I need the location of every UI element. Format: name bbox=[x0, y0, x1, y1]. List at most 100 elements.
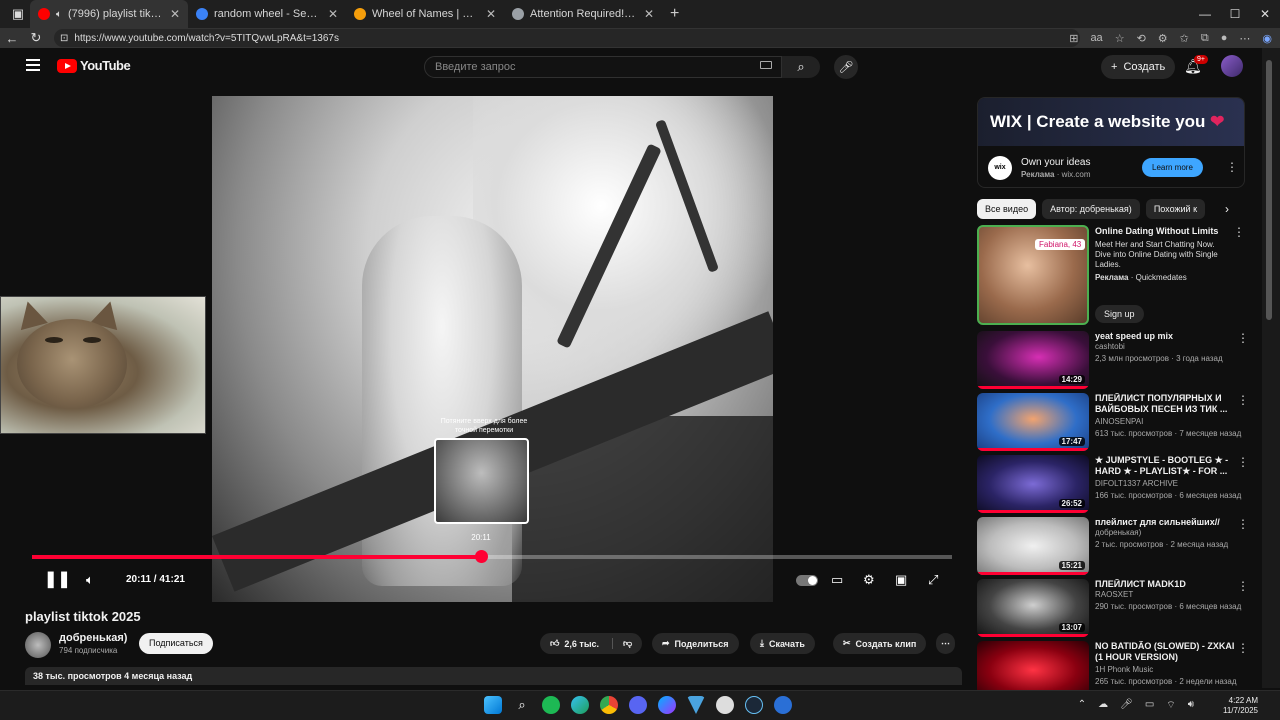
new-tab-button[interactable]: + bbox=[662, 5, 687, 23]
filter-chip[interactable]: Все видео bbox=[977, 199, 1037, 219]
vpn-icon[interactable] bbox=[687, 696, 705, 714]
settings-icon[interactable]: ⚙ bbox=[863, 568, 875, 592]
more-actions-button[interactable]: ⋯ bbox=[936, 633, 955, 654]
filter-chip[interactable]: Похожий к bbox=[1145, 199, 1206, 219]
ad-banner[interactable]: WIX | Create a website you ❤ bbox=[978, 98, 1244, 146]
recommended-video[interactable]: 17:47 ПЛЕЙЛИСТ ПОПУЛЯРНЫХ И ВАЙБОВЫХ ПЕСЕ… bbox=[977, 393, 1249, 451]
extensions-icon[interactable]: ⟲ bbox=[1137, 32, 1146, 45]
channel-name[interactable]: RAOSXET bbox=[1095, 590, 1133, 599]
channel-avatar[interactable] bbox=[25, 632, 51, 658]
read-aloud-icon[interactable]: aа bbox=[1090, 32, 1102, 44]
create-button[interactable]: + Создать bbox=[1101, 55, 1176, 79]
video-thumbnail[interactable]: 15:21 bbox=[977, 517, 1089, 575]
video-menu-icon[interactable]: ⋮ bbox=[1237, 393, 1249, 407]
video-thumbnail[interactable]: 14:29 bbox=[977, 331, 1089, 389]
voice-search-icon[interactable]: 🎤︎ bbox=[834, 55, 858, 79]
channel-name[interactable]: cashtobi bbox=[1095, 342, 1125, 351]
filter-chip[interactable]: Автор: добренькая) bbox=[1042, 199, 1140, 219]
channel-name[interactable]: добренькая) bbox=[1095, 528, 1141, 537]
messenger-icon[interactable] bbox=[658, 696, 676, 714]
app-icon[interactable] bbox=[774, 696, 792, 714]
network-icon[interactable]: ☁ bbox=[1098, 699, 1108, 712]
discord-icon[interactable] bbox=[629, 696, 647, 714]
promo-menu-icon[interactable]: ⋮ bbox=[1233, 225, 1245, 239]
page-scrollbar[interactable] bbox=[1262, 48, 1280, 688]
edge-icon[interactable] bbox=[571, 696, 589, 714]
favorites-icon[interactable]: ✩ bbox=[1180, 32, 1189, 45]
progress-scrubber[interactable] bbox=[474, 550, 488, 563]
clip-button[interactable]: ✂ Создать клип bbox=[833, 633, 927, 654]
tab-close-icon[interactable]: ✕ bbox=[170, 7, 180, 21]
recommended-video[interactable]: 13:07 ПЛЕЙЛИСТ MADK1D RAOSXET 290 тыс. прос… bbox=[977, 579, 1249, 637]
search-icon[interactable]: ⌕ bbox=[513, 696, 531, 714]
channel-name[interactable]: DIFOLT1337 ARCHIVE bbox=[1095, 479, 1178, 488]
browser-tab[interactable]: Wheel of Names | Random name ✕ bbox=[346, 0, 504, 28]
tab-close-icon[interactable]: ✕ bbox=[486, 7, 496, 21]
refresh-icon[interactable]: ↻ bbox=[24, 30, 48, 46]
channel-name[interactable]: добренькая) bbox=[59, 632, 127, 644]
video-menu-icon[interactable]: ⋮ bbox=[1237, 517, 1249, 531]
start-icon[interactable] bbox=[484, 696, 502, 714]
mic-icon[interactable]: 🎤︎ bbox=[1120, 699, 1133, 712]
recommended-video[interactable]: 26:52 ★ JUMPSTYLE - BOOTLEG ★ - HARD ★ - … bbox=[977, 455, 1249, 513]
wifi-icon[interactable]: ⌔ bbox=[1166, 699, 1175, 712]
tab-close-icon[interactable]: ✕ bbox=[644, 7, 654, 21]
url-field[interactable]: ⊡ https://www.youtube.com/watch?v=5TITQv… bbox=[54, 29, 1080, 47]
chevron-right-icon[interactable]: › bbox=[1225, 202, 1229, 216]
video-title[interactable]: ★ JUMPSTYLE - BOOTLEG ★ - HARD ★ - PLAYL… bbox=[1095, 455, 1235, 477]
youtube-logo[interactable]: YouTube bbox=[57, 58, 131, 73]
keyboard-icon[interactable] bbox=[760, 61, 772, 69]
app-available-icon[interactable]: ⊞ bbox=[1069, 32, 1078, 45]
video-thumbnail[interactable]: 13:07 bbox=[977, 579, 1089, 637]
search-input[interactable]: Введите запрос bbox=[424, 56, 782, 78]
browser-tab[interactable]: Attention Required! | Cloudflare ✕ bbox=[504, 0, 662, 28]
video-menu-icon[interactable]: ⋮ bbox=[1237, 455, 1249, 469]
browser-tab[interactable]: 🔈︎ (7996) playlist tiktok 2025 - ✕ bbox=[30, 0, 188, 28]
collections-icon[interactable]: ⧉ bbox=[1201, 32, 1209, 45]
like-button[interactable]: 👍︎ 2,6 тыс. 👎︎ bbox=[540, 633, 643, 654]
profile-icon[interactable]: ● bbox=[1221, 32, 1228, 44]
menu-icon[interactable] bbox=[26, 59, 40, 71]
browser-tab[interactable]: random wheel - Search ✕ bbox=[188, 0, 346, 28]
pause-icon[interactable]: ❚❚ bbox=[44, 568, 71, 592]
chevron-up-icon[interactable]: ⌃ bbox=[1078, 699, 1086, 712]
fullscreen-icon[interactable]: ⤢ bbox=[928, 568, 938, 592]
sign-up-button[interactable]: Sign up bbox=[1095, 305, 1144, 323]
site-info-icon[interactable]: ⊡ bbox=[60, 33, 68, 44]
scrollbar-thumb[interactable] bbox=[1266, 60, 1272, 320]
taskbar-clock[interactable]: 4:22 AM 11/7/2025 bbox=[1223, 696, 1258, 716]
ad-menu-icon[interactable]: ⋮ bbox=[1226, 160, 1238, 174]
video-meta[interactable]: 38 тыс. просмотров 4 месяца назад bbox=[25, 667, 962, 685]
video-thumbnail[interactable]: 26:52 bbox=[977, 455, 1089, 513]
video-menu-icon[interactable]: ⋮ bbox=[1237, 331, 1249, 345]
steam-icon[interactable] bbox=[745, 696, 763, 714]
share-button[interactable]: ➦ Поделиться bbox=[652, 633, 739, 654]
video-title[interactable]: NO BATIDÃO (SLOWED) - ZXKAI (1 HOUR VERS… bbox=[1095, 641, 1235, 663]
puzzle-icon[interactable]: ⚙ bbox=[1158, 32, 1168, 45]
back-icon[interactable]: ← bbox=[0, 31, 24, 46]
video-title[interactable]: ПЛЕЙЛИСТ ПОПУЛЯРНЫХ И ВАЙБОВЫХ ПЕСЕН ИЗ … bbox=[1095, 393, 1235, 415]
search-button[interactable]: ⌕ bbox=[782, 56, 820, 78]
video-thumbnail[interactable]: 17:47 bbox=[977, 393, 1089, 451]
more-icon[interactable]: ⋯ bbox=[1239, 32, 1250, 45]
maximize-icon[interactable]: ☐ bbox=[1220, 0, 1250, 28]
spotify-icon[interactable] bbox=[542, 696, 560, 714]
tab-audio-icon[interactable]: 🔈︎ bbox=[56, 9, 62, 20]
video-title[interactable]: yeat speed up mix bbox=[1095, 331, 1235, 342]
video-menu-icon[interactable]: ⋮ bbox=[1237, 579, 1249, 593]
theater-mode-icon[interactable]: ▣ bbox=[895, 568, 907, 592]
video-title[interactable]: плейлист для сильнейших// bbox=[1095, 517, 1235, 528]
promoted-item[interactable]: Fabiana, 43 Online Dating Without Limits… bbox=[977, 225, 1249, 325]
copilot-icon[interactable]: ◉ bbox=[1262, 32, 1272, 45]
thumbs-down-icon[interactable]: 👎︎ bbox=[612, 638, 632, 649]
chrome-icon[interactable] bbox=[600, 696, 618, 714]
minimize-icon[interactable]: — bbox=[1190, 0, 1220, 28]
learn-more-button[interactable]: Learn more bbox=[1142, 158, 1203, 177]
account-avatar[interactable] bbox=[1221, 55, 1243, 77]
display-icon[interactable]: ▭ bbox=[1145, 699, 1154, 712]
autoplay-toggle[interactable] bbox=[796, 568, 818, 592]
video-menu-icon[interactable]: ⋮ bbox=[1237, 641, 1249, 655]
volume-icon[interactable]: 🔈︎ bbox=[86, 568, 94, 592]
video-title[interactable]: ПЛЕЙЛИСТ MADK1D bbox=[1095, 579, 1235, 590]
recommended-video[interactable]: 14:29 yeat speed up mix cashtobi 2,3 млн пр… bbox=[977, 331, 1249, 389]
